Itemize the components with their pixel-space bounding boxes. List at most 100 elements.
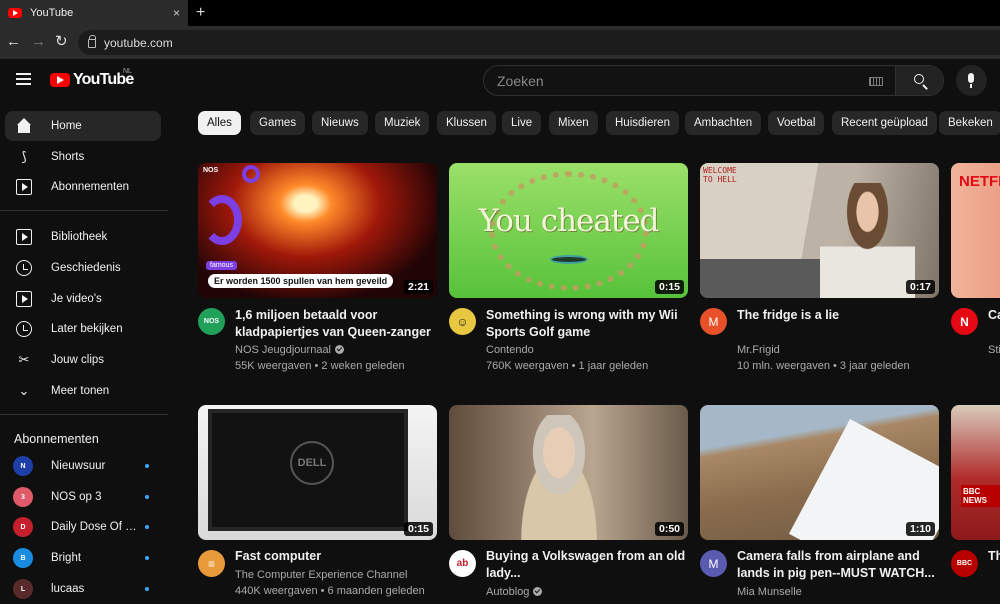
video-thumbnail[interactable]: BBC NEWS <box>951 405 1000 540</box>
sidebar-item-history[interactable]: Geschiedenis <box>5 253 161 283</box>
channel-name-text[interactable]: NOS Jeugdjournaal <box>235 344 331 356</box>
tab-close-icon[interactable]: × <box>173 6 180 20</box>
video-thumbnail[interactable]: You cheated 0:15 <box>449 163 688 298</box>
chip-huisdieren[interactable]: Huisdieren <box>606 111 679 135</box>
chip-alles[interactable]: Alles <box>198 111 241 135</box>
sidebar-item-your-videos[interactable]: Je video's <box>5 284 161 314</box>
video-duration: 1:10 <box>905 522 935 536</box>
region-code: NL <box>123 68 132 75</box>
video-thumbnail[interactable]: 1:10 <box>700 405 939 540</box>
channel-name[interactable]: The Computer Experience Channel <box>235 569 407 581</box>
thumbnail-text: NETFLIX <box>959 173 1000 190</box>
video-thumbnail[interactable]: NETFLIX <box>951 163 1000 298</box>
video-title[interactable]: 1,6 miljoen betaald voor kladpapiertjes … <box>235 307 435 341</box>
browser-tab-bar: YouTube × + <box>0 0 1000 26</box>
url-text[interactable]: youtube.com <box>104 36 173 50</box>
video-card[interactable]: NETFLIX N Ca Sp Sti <box>951 163 1000 383</box>
chip-klussen[interactable]: Klussen <box>437 111 496 135</box>
sidebar-item-show-more[interactable]: ⌄ Meer tonen <box>5 376 161 406</box>
video-title[interactable]: The fridge is a lie <box>737 307 937 324</box>
video-card[interactable]: 1:10 M Camera falls from airplane and la… <box>700 405 939 604</box>
keyboard-icon[interactable] <box>869 77 883 86</box>
video-duration: 0:15 <box>403 522 433 536</box>
chip-ambachten[interactable]: Ambachten <box>685 111 762 135</box>
chip-mixen[interactable]: Mixen <box>549 111 598 135</box>
hamburger-menu-icon[interactable] <box>16 73 31 85</box>
channel-name[interactable]: Mia Munselle <box>737 586 802 598</box>
sidebar-item-library[interactable]: Bibliotheek <box>5 222 161 252</box>
video-metadata: 10 mln. weergaven • 3 jaar geleden <box>737 360 910 372</box>
video-thumbnail[interactable]: DELL 0:15 <box>198 405 437 540</box>
chip-voetbal[interactable]: Voetbal <box>768 111 825 135</box>
video-thumbnail[interactable]: 0:50 <box>449 405 688 540</box>
channel-name[interactable]: Autoblog <box>486 586 543 598</box>
chip-muziek[interactable]: Muziek <box>375 111 430 135</box>
channel-name[interactable]: Mr.Frigid <box>737 344 780 356</box>
video-card[interactable]: 0:50 ab Buying a Volkswagen from an old … <box>449 405 688 604</box>
channel-name[interactable]: NOS Jeugdjournaal <box>235 344 345 356</box>
reload-button[interactable]: ↻ <box>55 33 68 51</box>
search-box <box>483 65 944 96</box>
channel-avatar[interactable]: ☺ <box>449 308 476 335</box>
voice-search-mic-icon[interactable] <box>956 65 987 96</box>
channel-avatar[interactable]: M <box>700 550 727 577</box>
chip-nieuws[interactable]: Nieuws <box>312 111 368 135</box>
address-bar[interactable]: youtube.com <box>78 30 1000 55</box>
video-card[interactable]: You cheated 0:15 ☺ Something is wrong wi… <box>449 163 688 383</box>
channel-avatar: L <box>13 579 33 599</box>
subscription-item[interactable]: N Nieuwsuur <box>5 451 161 481</box>
browser-toolbar: ← → ↻ youtube.com <box>0 26 1000 59</box>
channel-avatar: B <box>13 548 33 568</box>
subscription-item[interactable]: 3 NOS op 3 <box>5 482 161 512</box>
chip-recent-uploaded[interactable]: Recent geüpload <box>832 111 937 135</box>
sidebar: Home ⟆ Shorts Abonnementen Bibliotheek G… <box>0 102 168 604</box>
channel-avatar[interactable]: N <box>951 308 978 335</box>
youtube-logo[interactable]: YouTube NL <box>50 68 134 89</box>
sidebar-item-watch-later[interactable]: Later bekijken <box>5 314 161 344</box>
video-thumbnail[interactable]: WELCOME TO HELL 0:17 <box>700 163 939 298</box>
chip-live[interactable]: Live <box>502 111 542 135</box>
youtube-play-icon <box>50 73 70 87</box>
video-title[interactable]: Ca Sp <box>988 307 1000 324</box>
sidebar-item-home[interactable]: Home <box>5 111 161 141</box>
video-thumbnail[interactable]: NOS famous Er worden 1500 spullen van he… <box>198 163 437 298</box>
channel-name[interactable]: Sti <box>988 344 1000 356</box>
subscription-item[interactable]: B Bright <box>5 543 161 573</box>
tab-title: YouTube <box>30 7 74 19</box>
forward-button[interactable]: → <box>31 33 46 51</box>
thumbnail-text: WELCOME TO HELL <box>703 166 737 184</box>
video-title[interactable]: Th Bo <box>988 548 1000 565</box>
subscription-name: Daily Dose Of Int... <box>51 521 139 533</box>
video-card[interactable]: NOS famous Er worden 1500 spullen van he… <box>198 163 437 383</box>
channel-name[interactable]: Contendo <box>486 344 534 356</box>
purple-ring-decoration <box>202 195 242 245</box>
channel-avatar[interactable]: M <box>700 308 727 335</box>
video-title[interactable]: Buying a Volkswagen from an old lady... <box>486 548 686 582</box>
sidebar-item-subscriptions[interactable]: Abonnementen <box>5 172 161 202</box>
channel-avatar[interactable]: BBC <box>951 550 978 577</box>
sidebar-item-your-clips[interactable]: ✂ Jouw clips <box>5 345 161 375</box>
lock-icon[interactable] <box>88 35 96 48</box>
search-input[interactable] <box>484 66 869 95</box>
video-title[interactable]: Something is wrong with my Wii Sports Go… <box>486 307 686 341</box>
video-title[interactable]: Camera falls from airplane and lands in … <box>737 548 937 582</box>
video-title[interactable]: Fast computer <box>235 548 435 565</box>
video-duration: 0:17 <box>905 280 935 294</box>
subscription-item[interactable]: D Daily Dose Of Int... <box>5 512 161 542</box>
channel-avatar[interactable]: ≡ <box>198 550 225 577</box>
video-card[interactable]: WELCOME TO HELL 0:17 M The fridge is a l… <box>700 163 939 383</box>
search-button[interactable] <box>895 66 943 95</box>
channel-avatar[interactable]: ab <box>449 550 476 577</box>
video-card[interactable]: BBC NEWS BBC Th Bo <box>951 405 1000 604</box>
subscription-item[interactable]: L lucaas <box>5 574 161 604</box>
chip-bekeken[interactable]: Bekeken <box>939 111 1000 135</box>
sidebar-item-shorts[interactable]: ⟆ Shorts <box>5 142 161 172</box>
new-content-dot <box>145 587 149 591</box>
back-button[interactable]: ← <box>6 33 21 51</box>
chip-games[interactable]: Games <box>250 111 306 135</box>
channel-avatar[interactable]: NOS <box>198 308 225 335</box>
video-card[interactable]: DELL 0:15 ≡ Fast computer The Computer E… <box>198 405 437 604</box>
new-tab-button[interactable]: + <box>196 3 205 23</box>
channel-name-text[interactable]: Autoblog <box>486 586 529 598</box>
browser-tab[interactable]: YouTube × <box>0 0 188 26</box>
